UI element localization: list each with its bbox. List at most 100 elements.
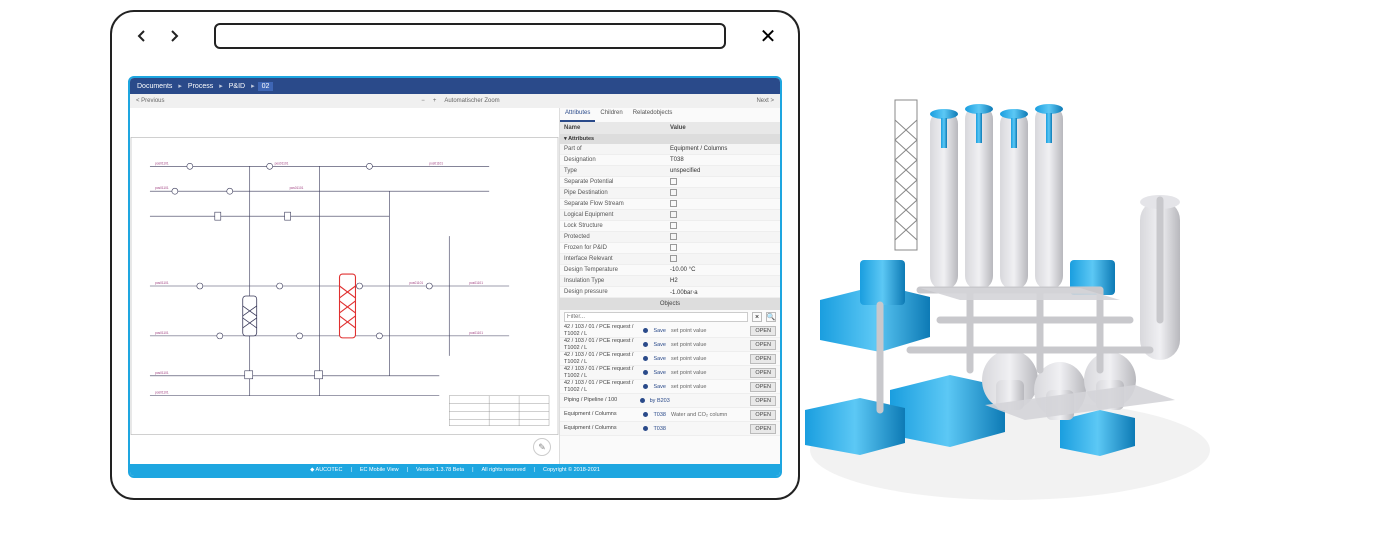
attr-value xyxy=(670,211,776,220)
checkbox-icon[interactable] xyxy=(670,255,677,262)
attr-group[interactable]: ▾ Attributes xyxy=(560,134,780,144)
attr-list: Part ofEquipment / ColumnsDesignationT03… xyxy=(560,144,780,298)
attr-row[interactable]: Protected xyxy=(560,232,780,243)
svg-text:pos01101: pos01101 xyxy=(155,186,169,190)
attr-key: Logical Equipment xyxy=(564,212,670,218)
object-row[interactable]: 42 / 103 / 01 / PCE request / T1002 / LS… xyxy=(560,324,780,338)
object-row[interactable]: Piping / Pipeline / 100 by B203 OPEN xyxy=(560,394,780,408)
url-bar[interactable] xyxy=(214,23,726,49)
open-button[interactable]: OPEN xyxy=(750,410,776,420)
open-button[interactable]: OPEN xyxy=(750,382,776,392)
main-split: pos01101pos01101pos01101 pos01101pos0110… xyxy=(130,108,780,464)
next-page-button[interactable]: Next > xyxy=(756,98,774,104)
attr-key: Frozen for P&ID xyxy=(564,245,670,251)
footer-rights: All rights reserved xyxy=(482,467,526,473)
open-button[interactable]: OPEN xyxy=(750,424,776,434)
attr-header-value: Value xyxy=(670,125,776,131)
open-button[interactable]: OPEN xyxy=(750,326,776,336)
pid-canvas[interactable]: pos01101pos01101pos01101 pos01101pos0110… xyxy=(130,108,560,464)
checkbox-icon[interactable] xyxy=(670,178,677,185)
object-desc: set point value xyxy=(671,342,747,348)
attr-key: Part of xyxy=(564,146,670,152)
object-tag: T038 xyxy=(651,412,668,418)
open-button[interactable]: OPEN xyxy=(750,354,776,364)
tab-attributes[interactable]: Attributes xyxy=(560,108,595,122)
object-desc: set point value xyxy=(671,328,747,334)
attr-row[interactable]: Lock Structure xyxy=(560,221,780,232)
zoom-out-button[interactable]: − xyxy=(421,98,425,104)
checkbox-icon[interactable] xyxy=(670,233,677,240)
attr-row[interactable]: DesignationT038 xyxy=(560,155,780,166)
attr-row[interactable]: Interface Relevant xyxy=(560,254,780,265)
svg-text:pos01101: pos01101 xyxy=(155,161,169,165)
object-name: Equipment / Columns xyxy=(564,411,640,417)
object-row[interactable]: 42 / 103 / 01 / PCE request / T1002 / LS… xyxy=(560,380,780,394)
close-button[interactable]: ✕ xyxy=(756,24,780,48)
attr-value: -1.00bar⋅a xyxy=(670,289,776,296)
object-name: Piping / Pipeline / 100 xyxy=(564,397,637,403)
attr-value xyxy=(670,189,776,198)
forward-button[interactable] xyxy=(162,24,186,48)
back-button[interactable] xyxy=(130,24,154,48)
attr-row[interactable]: Logical Equipment xyxy=(560,210,780,221)
attr-key: Designation xyxy=(564,157,670,163)
app-frame: Documents▸ Process▸ P&ID▸ 02 < Previous … xyxy=(128,76,782,478)
attr-row[interactable]: Design Temperature-10.00 °C xyxy=(560,265,780,276)
attr-row[interactable]: Insulation TypeH2 xyxy=(560,276,780,287)
svg-text:pos01101: pos01101 xyxy=(429,161,443,165)
tab-relatedobjects[interactable]: Relatedobjects xyxy=(628,108,678,122)
zoom-in-button[interactable]: + xyxy=(433,98,437,104)
checkbox-icon[interactable] xyxy=(670,211,677,218)
tag-dot-icon xyxy=(643,356,648,361)
tag-dot-icon xyxy=(640,398,645,403)
open-button[interactable]: OPEN xyxy=(750,368,776,378)
breadcrumb-item[interactable]: Documents xyxy=(134,83,175,90)
object-tag: by B203 xyxy=(648,398,672,404)
open-button[interactable]: OPEN xyxy=(750,396,776,406)
svg-text:pos01101: pos01101 xyxy=(290,186,304,190)
checkbox-icon[interactable] xyxy=(670,189,677,196)
object-desc: set point value xyxy=(671,370,747,376)
search-icon[interactable]: 🔍 xyxy=(766,312,776,322)
object-row[interactable]: 42 / 103 / 01 / PCE request / T1002 / LS… xyxy=(560,338,780,352)
checkbox-icon[interactable] xyxy=(670,244,677,251)
attr-value: -10.00 °C xyxy=(670,267,776,273)
attr-value xyxy=(670,244,776,253)
breadcrumb-item[interactable]: Process xyxy=(185,83,216,90)
clear-filter-icon[interactable]: × xyxy=(752,312,762,322)
zoom-mode-select[interactable]: Automatischer Zoom xyxy=(444,98,499,104)
object-row[interactable]: Equipment / ColumnsT038OPEN xyxy=(560,422,780,436)
attr-row[interactable]: Part ofEquipment / Columns xyxy=(560,144,780,155)
attr-key: Type xyxy=(564,168,670,174)
tab-children[interactable]: Children xyxy=(595,108,627,122)
canvas-edit-button[interactable]: ✎ xyxy=(533,438,551,456)
prev-page-button[interactable]: < Previous xyxy=(136,98,165,104)
attr-key: Pipe Destination xyxy=(564,190,670,196)
attr-value xyxy=(670,233,776,242)
attr-row[interactable]: Typeunspecified xyxy=(560,166,780,177)
open-button[interactable]: OPEN xyxy=(750,340,776,350)
breadcrumb-item[interactable]: P&ID xyxy=(226,83,248,90)
checkbox-icon[interactable] xyxy=(670,200,677,207)
objects-section[interactable]: Objects xyxy=(560,298,780,310)
attr-row[interactable]: Pipe Destination xyxy=(560,188,780,199)
object-row[interactable]: Equipment / ColumnsT038Water and CO₂ col… xyxy=(560,408,780,422)
attr-key: Separate Flow Stream xyxy=(564,201,670,207)
breadcrumb-item-current[interactable]: 02 xyxy=(258,82,274,91)
attr-row[interactable]: Separate Flow Stream xyxy=(560,199,780,210)
attr-value: H2 xyxy=(670,278,776,284)
object-row[interactable]: 42 / 103 / 01 / PCE request / T1002 / LS… xyxy=(560,352,780,366)
object-tag: Save xyxy=(651,328,668,334)
object-tag: Save xyxy=(651,356,668,362)
attr-row[interactable]: Design pressure-1.00bar⋅a xyxy=(560,287,780,298)
viewer-toolbar: < Previous − + Automatischer Zoom Next > xyxy=(130,94,780,108)
footer-copyright: Copyright © 2018-2021 xyxy=(543,467,600,473)
app-footer: ◆ AUCOTEC | EC Mobile View | Version 1.3… xyxy=(130,464,780,476)
checkbox-icon[interactable] xyxy=(670,222,677,229)
attr-row[interactable]: Separate Potential xyxy=(560,177,780,188)
attr-row[interactable]: Frozen for P&ID xyxy=(560,243,780,254)
object-row[interactable]: 42 / 103 / 01 / PCE request / T1002 / LS… xyxy=(560,366,780,380)
tag-dot-icon xyxy=(643,328,648,333)
object-tag: Save xyxy=(651,342,668,348)
filter-input[interactable] xyxy=(564,312,748,322)
